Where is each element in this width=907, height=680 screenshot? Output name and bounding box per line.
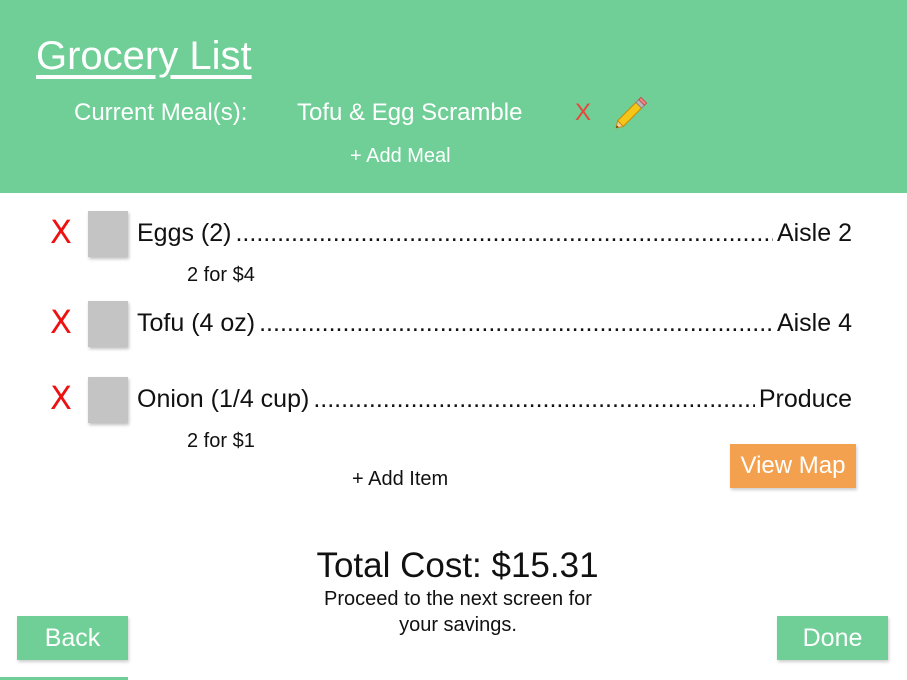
item-name: Eggs (2) <box>137 219 232 247</box>
item-checkbox[interactable] <box>88 301 128 347</box>
savings-note: Proceed to the next screen for your savi… <box>324 588 592 636</box>
remove-item-button[interactable]: X <box>50 303 72 341</box>
item-deal: 2 for $1 <box>187 430 255 452</box>
remove-item-button[interactable]: X <box>50 213 72 251</box>
item-checkbox[interactable] <box>88 211 128 257</box>
item-name: Onion (1/4 cup) <box>137 385 310 413</box>
item-location: Aisle 4 <box>776 309 852 337</box>
edit-meal-button[interactable] <box>610 92 652 134</box>
item-location: Aisle 2 <box>776 219 852 247</box>
item-line: Tofu (4 oz) Aisle 4 <box>137 309 852 338</box>
remove-item-button[interactable]: X <box>50 379 72 417</box>
pencil-icon <box>615 96 648 129</box>
remove-meal-button[interactable]: X <box>575 99 591 127</box>
current-meal-label: Current Meal(s): <box>74 99 248 126</box>
grocery-item-row: X Tofu (4 oz) Aisle 4 <box>0 301 907 351</box>
grocery-item-row: X Eggs (2) Aisle 2 <box>0 211 907 261</box>
back-button[interactable]: Back <box>17 616 128 660</box>
grocery-item-row: X Onion (1/4 cup) Produce <box>0 377 907 427</box>
current-meal-name: Tofu & Egg Scramble <box>297 99 523 126</box>
item-location: Produce <box>758 385 852 413</box>
dot-leader <box>259 309 773 338</box>
item-name: Tofu (4 oz) <box>137 309 256 337</box>
add-meal-link[interactable]: + Add Meal <box>350 145 451 168</box>
dot-leader <box>313 385 755 414</box>
done-button[interactable]: Done <box>777 616 888 660</box>
dot-leader <box>235 219 772 248</box>
page-title: Grocery List <box>36 34 252 78</box>
add-item-link[interactable]: + Add Item <box>352 468 448 491</box>
item-deal: 2 for $4 <box>187 264 255 286</box>
view-map-button[interactable]: View Map <box>730 444 856 488</box>
item-line: Onion (1/4 cup) Produce <box>137 385 852 414</box>
item-checkbox[interactable] <box>88 377 128 423</box>
item-line: Eggs (2) Aisle 2 <box>137 219 852 248</box>
total-cost: Total Cost: $15.31 <box>316 546 599 585</box>
header-banner: Grocery List Current Meal(s): Tofu & Egg… <box>0 0 907 193</box>
